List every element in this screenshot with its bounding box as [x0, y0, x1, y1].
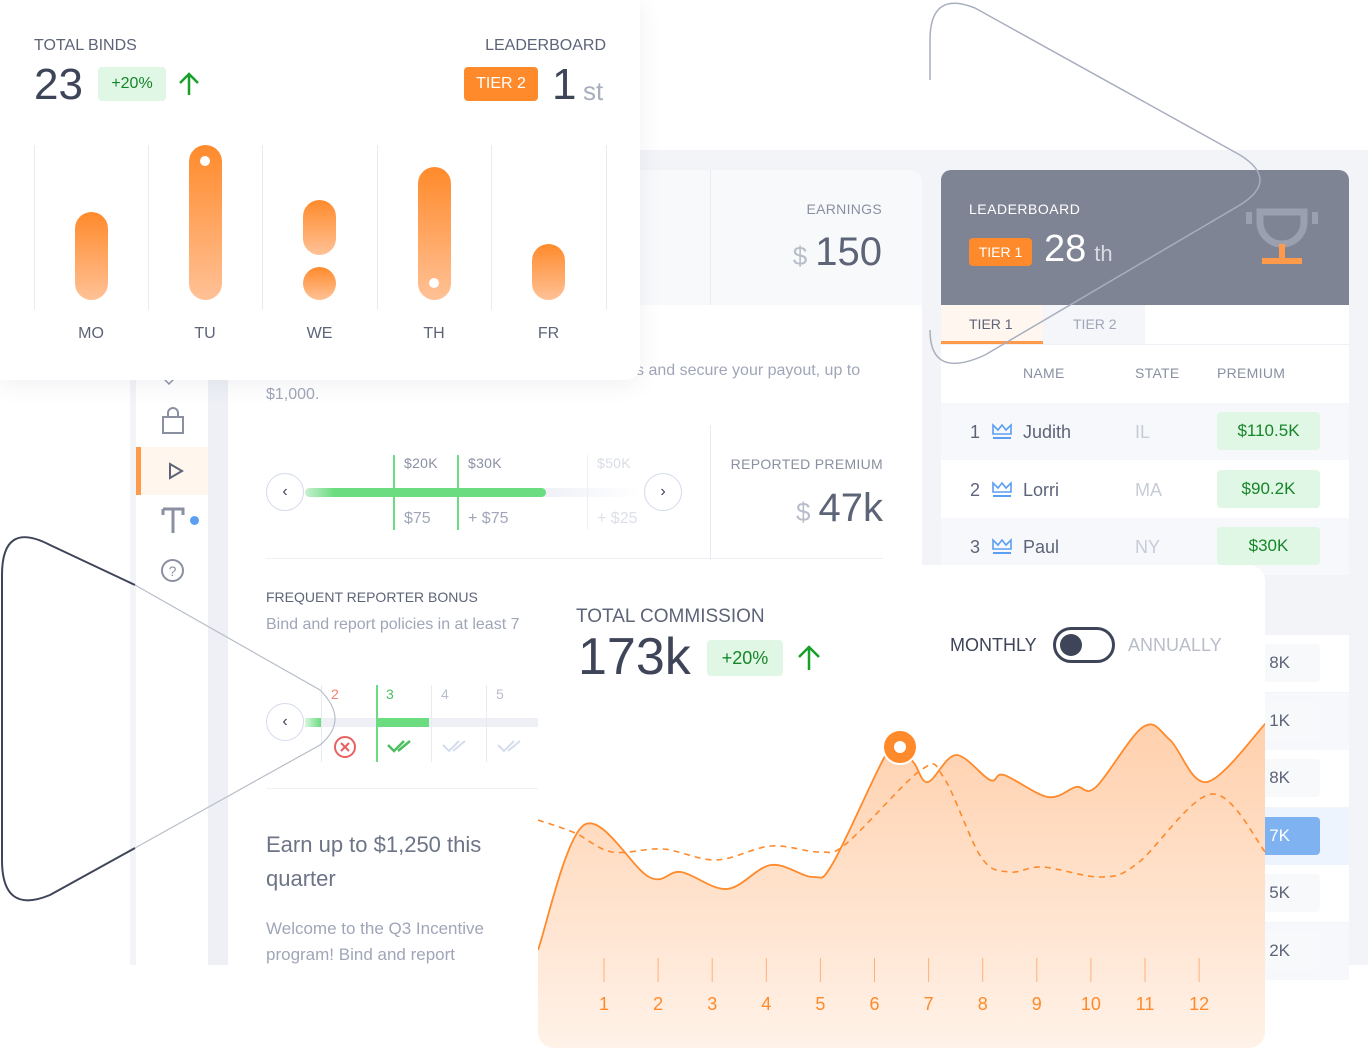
x-tick-label: 7: [924, 994, 934, 1014]
selected-point-center: [894, 741, 906, 753]
x-tick-label: 4: [761, 994, 771, 1014]
x-tick-label: 9: [1032, 994, 1042, 1014]
x-tick-label: 2: [653, 994, 663, 1014]
series-area-fill: [538, 723, 1265, 1048]
x-tick-label: 6: [869, 994, 879, 1014]
x-tick-label: 8: [978, 994, 988, 1014]
commission-chart: 1 2 3 4 5 6 7 8 9 10 11 12: [538, 722, 1265, 1048]
x-tick-label: 1: [599, 994, 609, 1014]
x-tick-label: 5: [815, 994, 825, 1014]
x-tick-label: 11: [1136, 994, 1155, 1014]
x-tick-label: 3: [707, 994, 717, 1014]
x-tick-label: 10: [1081, 994, 1101, 1014]
x-tick-label: 12: [1189, 994, 1209, 1014]
